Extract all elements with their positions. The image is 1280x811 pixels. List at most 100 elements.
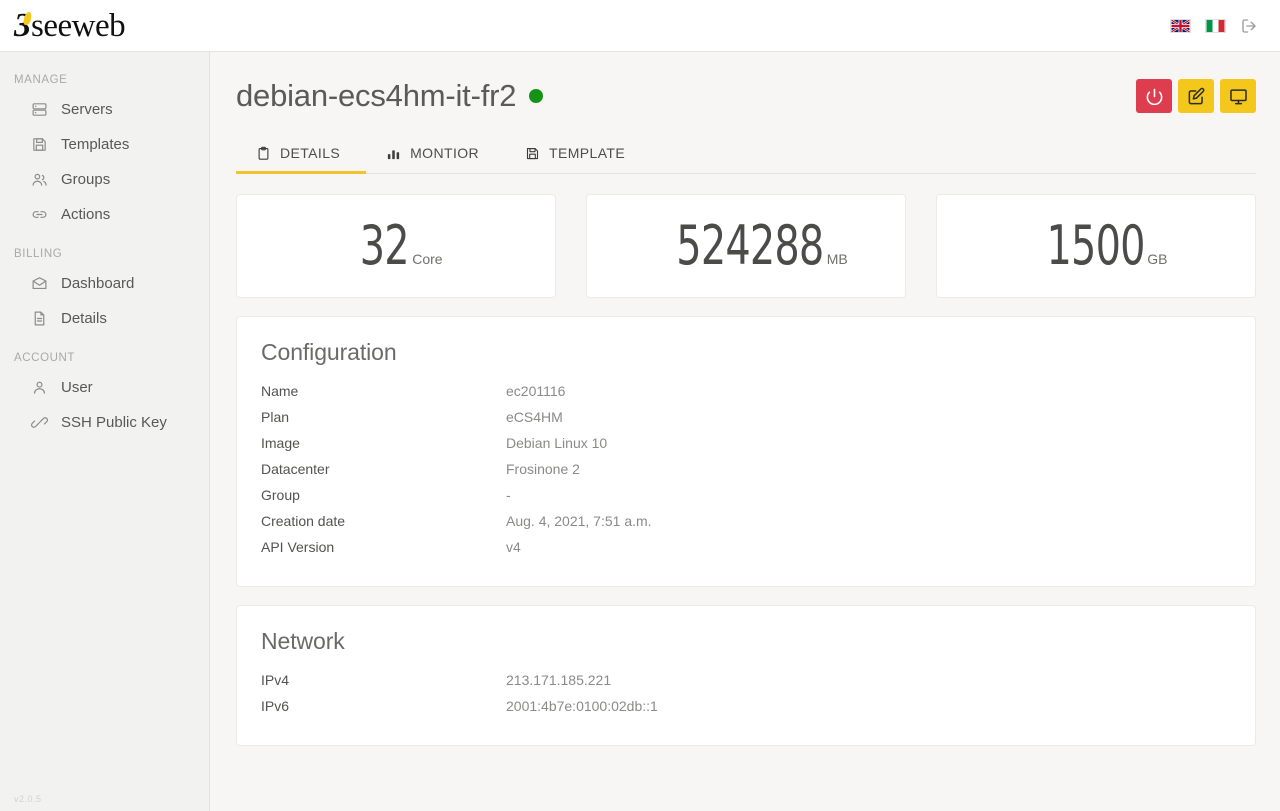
stat-unit: Core [412,251,443,267]
config-value: ec201116 [506,383,566,399]
sidebar-section-title-manage: MANAGE [14,74,68,86]
sidebar-section-manage: MANAGE Servers Templates Groups Actions [0,74,209,232]
logo-text: seeweb [31,7,126,44]
app-root: 3 seeweb MANAGE Servers Templates Groups… [0,0,1280,811]
sidebar-item-label: Servers [61,101,113,118]
sidebar-item-details[interactable]: Details [0,301,209,336]
sidebar-item-actions[interactable]: Actions [0,197,209,232]
config-row-image: Image Debian Linux 10 [261,430,1231,456]
english-flag-icon[interactable] [1170,18,1191,33]
console-button[interactable] [1220,79,1256,113]
server-actions [1136,79,1256,113]
config-value: - [506,487,511,503]
config-value: eCS4HM [506,409,563,425]
tab-label: DETAILS [280,145,341,161]
main-content: debian-ecs4hm-it-fr2 DETAILS MONTIOR TEM… [210,52,1280,811]
details-icon [34,311,45,326]
sidebar-item-templates[interactable]: Templates [0,127,209,162]
network-key: IPv6 [261,698,290,714]
tab-montior[interactable]: MONTIOR [366,136,505,174]
network-title: Network [261,628,345,654]
config-key: Image [261,435,300,451]
config-key: Name [261,383,299,399]
app-version: v2.0.5 [14,794,42,804]
templates-icon [33,138,46,151]
top-bar-right [1170,17,1258,35]
tab-details[interactable]: DETAILS [236,136,367,174]
sidebar-section-title-account: ACCOUNT [14,352,76,364]
config-row-name: Name ec201116 [261,378,1231,404]
tab-label: MONTIOR [410,145,480,161]
stat-unit: MB [826,251,848,267]
sidebar-item-servers[interactable]: Servers [0,92,209,127]
top-bar: 3 seeweb [0,0,1280,52]
config-key: Datacenter [261,461,330,477]
sidebar-item-label: User [61,379,93,396]
logo-mark: 3 [14,6,31,44]
sidebar-item-dashboard[interactable]: Dashboard [0,266,209,301]
body-wrapper: MANAGE Servers Templates Groups Actions … [0,52,1280,811]
config-row-datacenter: Datacenter Frosinone 2 [261,456,1231,482]
stat-card-memory: 524288 MB [586,194,906,298]
sidebar-item-label: Dashboard [61,275,135,292]
seeweb-logo[interactable]: 3 seeweb [14,6,126,44]
power-icon [1146,88,1162,105]
stat-card-disk: 1500 GB [936,194,1256,298]
logout-icon[interactable] [1240,17,1258,35]
config-row-group: Group - [261,482,1231,508]
stat-inner: 1500 GB [1025,214,1167,277]
page-header: debian-ecs4hm-it-fr2 [236,78,1256,114]
config-key: Creation date [261,513,346,529]
stat-cards: 32 Core 524288 MB 1500 GB [236,194,1256,298]
tab-label: TEMPLATE [549,145,626,161]
key-icon [31,417,48,428]
sidebar-item-label: Groups [61,171,111,188]
sidebar-section-title-billing: BILLING [14,248,63,260]
config-value: Debian Linux 10 [506,435,608,451]
sidebar-item-user[interactable]: User [0,370,209,405]
config-row-api-version: API Version v4 [261,534,1231,560]
page-title: debian-ecs4hm-it-fr2 [236,78,544,114]
dashboard-icon [32,277,47,290]
stat-value: 1500 [1046,214,1145,277]
edit-button[interactable] [1178,79,1214,113]
clipboard-icon [258,146,269,160]
network-key: IPv4 [261,672,290,688]
config-key: Plan [261,409,290,425]
floppy-icon [526,147,539,159]
italian-flag-icon[interactable] [1205,18,1226,33]
network-row-ipv6: IPv6 2001:4b7e:0100:02db::1 [261,693,1231,719]
power-button[interactable] [1136,79,1172,113]
config-row-plan: Plan eCS4HM [261,404,1231,430]
bar-chart-icon [388,149,400,159]
sidebar: MANAGE Servers Templates Groups Actions … [0,52,210,811]
sidebar-item-groups[interactable]: Groups [0,162,209,197]
network-panel: Network IPv4 213.171.185.221 IPv6 2001:4… [236,605,1256,746]
stat-value: 524288 [676,214,825,277]
groups-icon [32,173,47,186]
edit-icon [1188,87,1204,104]
tab-bar: DETAILS MONTIOR TEMPLATE [236,136,1256,174]
sidebar-section-account: ACCOUNT User SSH Public Key [0,352,209,440]
sidebar-item-label: SSH Public Key [61,414,167,431]
config-row-creation-date: Creation date Aug. 4, 2021, 7:51 a.m. [261,508,1231,534]
user-icon [33,381,46,394]
config-value: Aug. 4, 2021, 7:51 a.m. [506,513,652,529]
actions-icon [32,211,47,218]
console-icon [1229,88,1247,104]
stat-value: 32 [360,214,410,277]
configuration-panel: Configuration Name ec201116 Plan eCS4HM … [236,316,1256,587]
sidebar-item-label: Actions [61,206,111,223]
stat-card-cpu: 32 Core [236,194,556,298]
stat-inner: 524288 MB [644,214,848,277]
network-value: 213.171.185.221 [506,672,612,688]
network-value: 2001:4b7e:0100:02db::1 [506,698,658,714]
configuration-title: Configuration [261,339,397,365]
config-value: v4 [506,539,521,555]
servers-icon [32,103,47,116]
sidebar-item-label: Details [61,310,107,327]
sidebar-item-ssh-public-key[interactable]: SSH Public Key [0,405,209,440]
config-key: API Version [261,539,335,555]
stat-inner: 32 Core [349,219,442,273]
tab-template[interactable]: TEMPLATE [505,136,651,174]
